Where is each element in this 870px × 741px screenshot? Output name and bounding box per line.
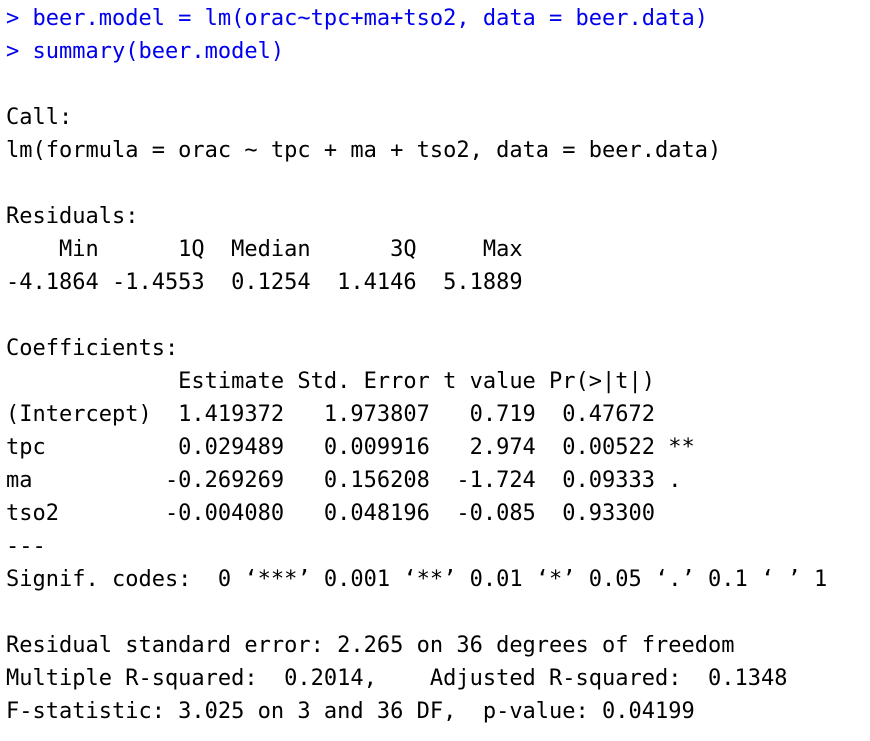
signif-codes: Signif. codes: 0 ‘***’ 0.001 ‘**’ 0.01 ‘… — [6, 567, 828, 592]
coefficients-header: Estimate Std. Error t value Pr(>|t|) — [6, 369, 656, 394]
r-console-output: > beer.model = lm(orac~tpc+ma+tso2, data… — [6, 2, 864, 728]
coefficient-row-ma: ma -0.269269 0.156208 -1.724 0.09333 . — [6, 468, 682, 493]
coefficient-row-tpc: tpc 0.029489 0.009916 2.974 0.00522 ** — [6, 435, 695, 460]
residuals-values: -4.1864 -1.4553 0.1254 1.4146 5.1889 — [6, 270, 523, 295]
coefficient-row-intercept: (Intercept) 1.419372 1.973807 0.719 0.47… — [6, 402, 656, 427]
residuals-label: Residuals: — [6, 204, 139, 229]
residual-standard-error: Residual standard error: 2.265 on 36 deg… — [6, 633, 735, 658]
console-command-summary: > summary(beer.model) — [6, 39, 285, 64]
console-command-lm: > beer.model = lm(orac~tpc+ma+tso2, data… — [6, 6, 708, 31]
r-squared-line: Multiple R-squared: 0.2014, Adjusted R-s… — [6, 666, 788, 691]
call-label: Call: — [6, 105, 73, 130]
coefficients-label: Coefficients: — [6, 336, 179, 361]
f-statistic-line: F-statistic: 3.025 on 3 and 36 DF, p-val… — [6, 699, 695, 724]
separator-line: --- — [6, 534, 46, 559]
residuals-header: Min 1Q Median 3Q Max — [6, 237, 523, 262]
coefficient-row-tso2: tso2 -0.004080 0.048196 -0.085 0.93300 — [6, 501, 656, 526]
call-text: lm(formula = orac ~ tpc + ma + tso2, dat… — [6, 138, 722, 163]
